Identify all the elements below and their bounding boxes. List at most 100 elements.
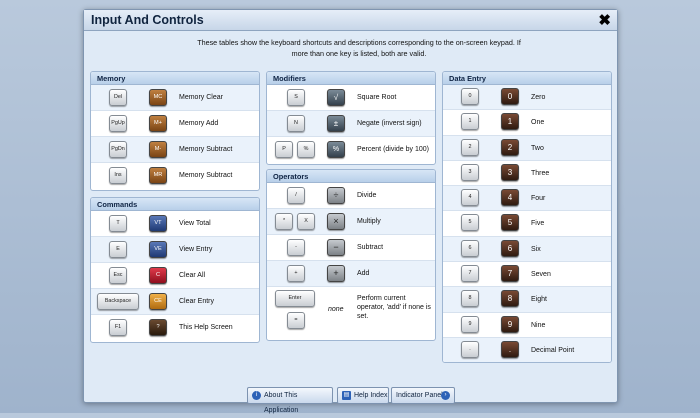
title-bar: Input And Controls ✖ bbox=[84, 10, 617, 31]
keypad-key[interactable]: VE bbox=[149, 241, 167, 258]
keypad-key[interactable]: 4 bbox=[501, 189, 519, 207]
operator-desc: Multiply bbox=[357, 218, 381, 225]
data-entry-row: 0 0 Zero bbox=[443, 85, 611, 111]
data-entry-rows: 0 0 Zero 1 1 One 2 2 Two 3 3 Three 4 4 Four 5 5 Five 6 6 Six… bbox=[443, 85, 611, 362]
memory-desc: Memory Subtract bbox=[179, 172, 233, 179]
info-icon: i bbox=[252, 391, 261, 400]
data-entry-row: 7 7 Seven bbox=[443, 262, 611, 288]
help-label: Help Index bbox=[354, 392, 388, 399]
memory-rows: Del MC Memory Clear PgUp M+ Memory Add P… bbox=[91, 85, 259, 189]
modifiers-panel: Modifiers S √ Square Root N ± Negate (in… bbox=[266, 71, 436, 165]
keyboard-key: T bbox=[109, 215, 127, 232]
keyboard-key: 1 bbox=[461, 113, 479, 131]
keyboard-key: / bbox=[287, 187, 305, 204]
keypad-key[interactable]: ? bbox=[149, 319, 167, 336]
keyboard-key: = bbox=[287, 312, 305, 329]
data-entry-desc: Six bbox=[531, 245, 541, 253]
operators-row: + + Add bbox=[267, 261, 435, 287]
memory-desc: Memory Subtract bbox=[179, 146, 233, 153]
indicator-panel-button[interactable]: Indicator Panel › bbox=[391, 387, 455, 404]
command-desc: This Help Screen bbox=[179, 324, 233, 331]
data-entry-desc: Seven bbox=[531, 271, 551, 279]
keypad-key[interactable]: M- bbox=[149, 141, 167, 158]
data-entry-desc: Three bbox=[531, 169, 550, 177]
data-entry-row: 3 3 Three bbox=[443, 161, 611, 187]
keyboard-key: + bbox=[287, 265, 305, 282]
keyboard-key: PgDn bbox=[109, 141, 127, 158]
keypad-key[interactable]: 2 bbox=[501, 138, 519, 156]
commands-row: Backspace CE Clear Entry bbox=[91, 289, 259, 315]
data-entry-row: 4 4 Four bbox=[443, 186, 611, 212]
keyboard-key: . bbox=[461, 340, 479, 358]
commands-row: Esc C Clear All bbox=[91, 263, 259, 289]
keypad-key[interactable]: 7 bbox=[501, 265, 519, 283]
keypad-key[interactable]: MC bbox=[149, 89, 167, 106]
keyboard-key: 4 bbox=[461, 189, 479, 207]
enter-key: Enter bbox=[275, 290, 315, 307]
keyboard-key: Ins bbox=[109, 167, 127, 184]
keypad-key[interactable]: C bbox=[149, 267, 167, 284]
data-entry-desc: Eight bbox=[531, 296, 547, 304]
keypad-key[interactable]: 9 bbox=[501, 315, 519, 333]
about-button[interactable]: i About This Application bbox=[247, 387, 333, 414]
memory-row: Del MC Memory Clear bbox=[91, 85, 259, 111]
keypad-key[interactable]: . bbox=[501, 340, 519, 358]
modifiers-row: S √ Square Root bbox=[267, 85, 435, 111]
data-entry-desc: Zero bbox=[531, 94, 546, 101]
keypad-key[interactable]: × bbox=[327, 213, 345, 230]
data-entry-desc: Four bbox=[531, 195, 546, 203]
data-entry-desc: Decimal Point bbox=[531, 346, 575, 354]
keypad-key[interactable]: 1 bbox=[501, 113, 519, 131]
keyboard-key: - bbox=[287, 239, 305, 256]
keypad-key[interactable]: CE bbox=[149, 293, 167, 310]
operators-row: * X × Multiply bbox=[267, 209, 435, 235]
keypad-key[interactable]: 8 bbox=[501, 290, 519, 308]
help-index-button[interactable]: ▤ Help Index bbox=[337, 387, 389, 404]
keypad-key[interactable]: ÷ bbox=[327, 187, 345, 204]
keypad-key[interactable]: 6 bbox=[501, 239, 519, 257]
keypad-key[interactable]: MR bbox=[149, 167, 167, 184]
keypad-key[interactable]: 0 bbox=[501, 88, 519, 105]
memory-row: Ins MR Memory Subtract bbox=[91, 163, 259, 189]
keyboard-key: P bbox=[275, 141, 293, 158]
no-keypad-key: none bbox=[328, 306, 344, 313]
keypad-key[interactable]: ± bbox=[327, 115, 345, 132]
commands-panel: Commands T VT View Total E VE View Entry… bbox=[90, 197, 260, 343]
keypad-key[interactable]: VT bbox=[149, 215, 167, 232]
dialog-title: Input And Controls bbox=[91, 13, 204, 27]
keypad-key[interactable]: + bbox=[327, 265, 345, 282]
command-desc: Clear All bbox=[179, 272, 206, 279]
keyboard-key: Backspace bbox=[97, 293, 139, 310]
operator-desc: Subtract bbox=[357, 244, 384, 251]
keypad-key[interactable]: √ bbox=[327, 89, 345, 106]
operator-desc: Add bbox=[357, 270, 370, 277]
keyboard-key: 9 bbox=[461, 315, 479, 333]
commands-row: F1 ? This Help Screen bbox=[91, 315, 259, 341]
memory-desc: Memory Clear bbox=[179, 94, 223, 101]
keyboard-key: E bbox=[109, 241, 127, 258]
modifiers-header: Modifiers bbox=[267, 72, 435, 85]
data-entry-header: Data Entry bbox=[443, 72, 611, 85]
data-entry-row: 6 6 Six bbox=[443, 236, 611, 263]
modifier-desc: Negate (inverst sign) bbox=[357, 120, 422, 127]
keypad-key[interactable]: % bbox=[327, 141, 345, 158]
data-entry-desc: Five bbox=[531, 220, 545, 228]
keyboard-key: 3 bbox=[461, 163, 479, 181]
keypad-key[interactable]: 3 bbox=[501, 163, 519, 181]
keyboard-key: * bbox=[275, 213, 293, 230]
memory-desc: Memory Add bbox=[179, 120, 219, 127]
command-desc: View Entry bbox=[179, 246, 213, 253]
keypad-key[interactable]: M+ bbox=[149, 115, 167, 132]
modifiers-row: N ± Negate (inverst sign) bbox=[267, 111, 435, 137]
keyboard-key: PgUp bbox=[109, 115, 127, 132]
keypad-key[interactable]: 5 bbox=[501, 214, 519, 232]
keypad-key[interactable]: − bbox=[327, 239, 345, 256]
keyboard-key: 2 bbox=[461, 138, 479, 156]
operators-enter-row: Enter = none Perform current operator, '… bbox=[267, 287, 435, 337]
data-entry-row: 5 5 Five bbox=[443, 211, 611, 237]
keyboard-key: 5 bbox=[461, 214, 479, 232]
close-icon[interactable]: ✖ bbox=[598, 10, 611, 31]
memory-panel: Memory Del MC Memory Clear PgUp M+ Memor… bbox=[90, 71, 260, 191]
modifier-desc: Square Root bbox=[357, 94, 397, 101]
modifiers-row: P % % Percent (divide by 100) bbox=[267, 137, 435, 163]
